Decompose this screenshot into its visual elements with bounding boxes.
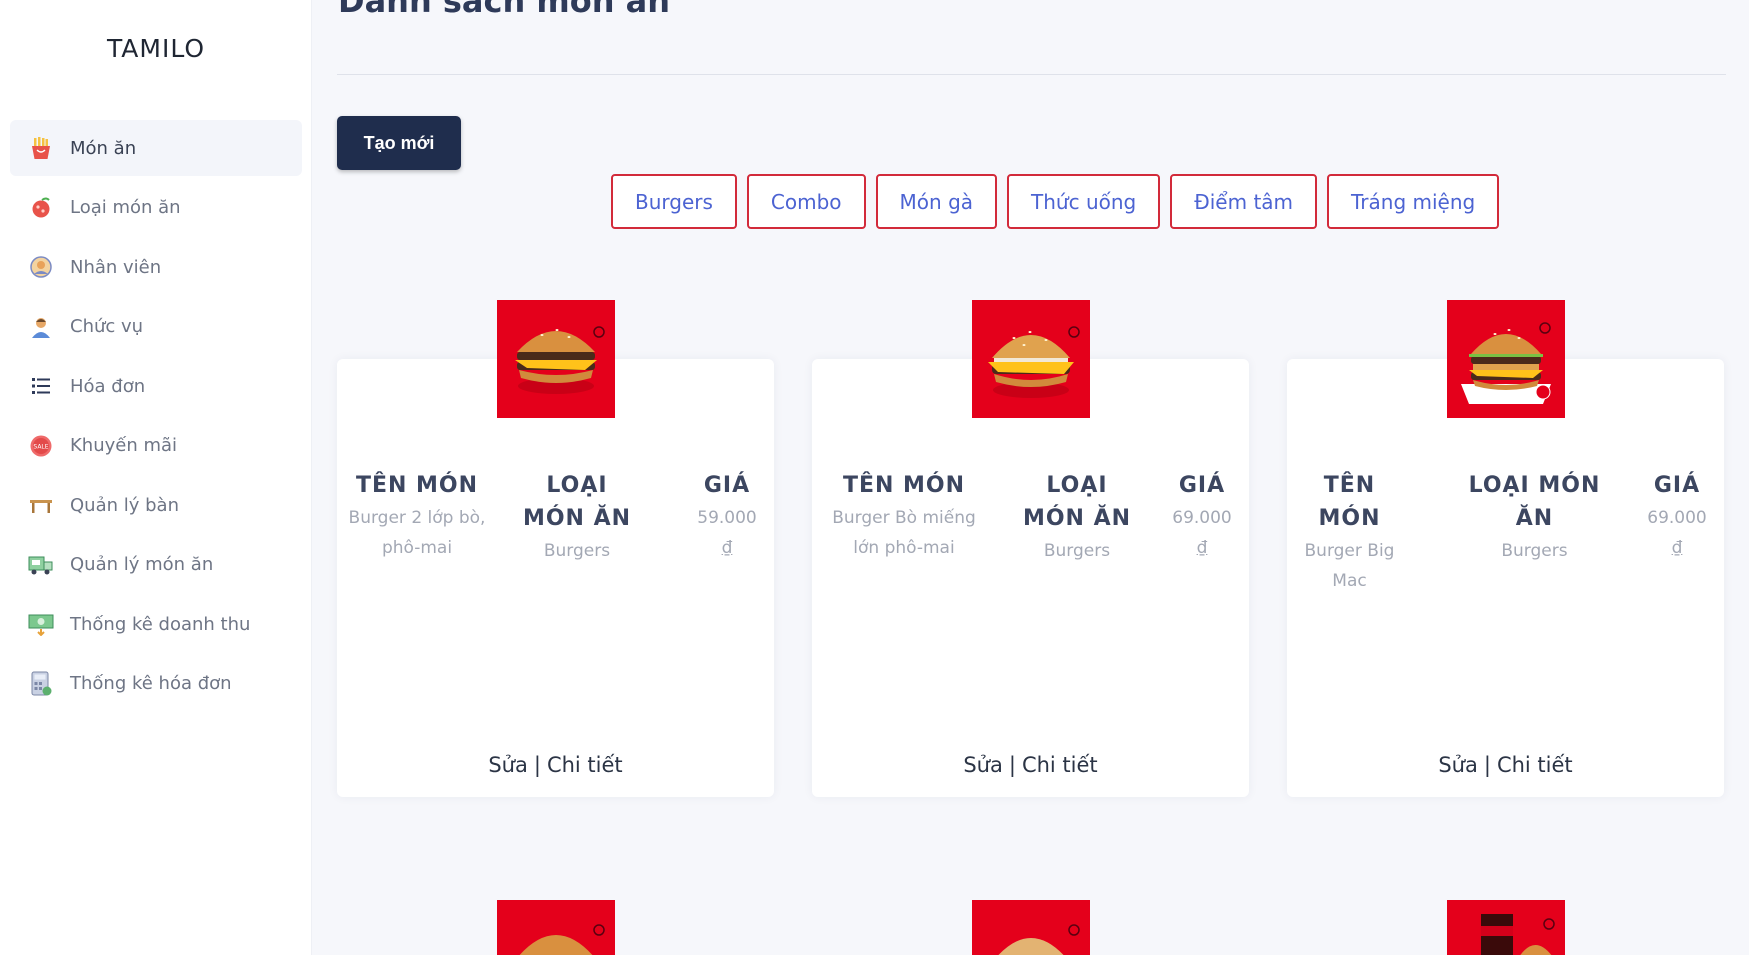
price-column: GIÁ 59.000 ₫ xyxy=(692,469,762,563)
sidebar-item-quan-ly-ban[interactable]: Quản lý bàn xyxy=(10,477,302,533)
sidebar-item-label: Chức vụ xyxy=(70,316,144,337)
sidebar-item-mon-an[interactable]: Món ăn xyxy=(10,120,302,176)
category-column: LOẠI MÓN ĂN Burgers xyxy=(517,469,637,566)
sidebar-item-label: Quản lý bàn xyxy=(70,494,179,516)
food-category-icon xyxy=(28,195,54,221)
staff-icon xyxy=(28,254,54,280)
column-header-name: TÊN MÓN xyxy=(355,473,479,498)
column-header-price: GIÁ xyxy=(703,473,751,498)
title-divider xyxy=(337,74,1726,75)
food-category: Burgers xyxy=(543,541,611,561)
sidebar-item-quan-ly-mon-an[interactable]: Quản lý món ăn xyxy=(10,537,302,593)
burger-image xyxy=(497,900,615,955)
main-content: Danh sách món ăn Tạo mới Burgers Combo M… xyxy=(312,0,1749,955)
sidebar-item-loai-mon-an[interactable]: Loại món ăn xyxy=(10,180,302,236)
price-currency: ₫ xyxy=(721,538,733,558)
price-currency: ₫ xyxy=(1671,538,1683,558)
invoice-calculator-icon xyxy=(28,671,54,697)
price-column: GIÁ 69.000 ₫ xyxy=(1167,469,1237,563)
edit-link[interactable]: Sửa xyxy=(1438,753,1478,777)
fries-icon xyxy=(28,135,54,161)
food-card: TÊN MÓN Burger Bò miếng lớn phô-mai LOẠI… xyxy=(812,359,1249,797)
price-currency: ₫ xyxy=(1196,538,1208,558)
food-category: Burgers xyxy=(1501,541,1568,561)
food-truck-icon xyxy=(28,552,54,578)
page-title: Danh sách món ăn xyxy=(338,0,671,20)
revenue-stats-icon xyxy=(28,611,54,637)
sidebar-nav: Món ăn Loại món ăn Nhân viên Chức vụ Hóa… xyxy=(10,120,302,715)
action-separator: | xyxy=(1483,753,1491,777)
card-actions: Sửa | Chi tiết xyxy=(812,753,1249,777)
filter-burgers-button[interactable]: Burgers xyxy=(611,174,737,229)
name-column: TÊN MÓN Burger 2 lớp bò, phô-mai xyxy=(347,469,487,563)
svg-text:SALE: SALE xyxy=(33,443,48,450)
detail-link[interactable]: Chi tiết xyxy=(1022,753,1098,777)
name-column: TÊN MÓN Burger Bò miếng lớn phô-mai xyxy=(824,469,984,563)
action-separator: | xyxy=(533,753,541,777)
sidebar-item-label: Nhân viên xyxy=(70,256,162,278)
sidebar-item-label: Thống kê doanh thu xyxy=(70,613,251,635)
filter-combo-button[interactable]: Combo xyxy=(746,174,866,229)
position-icon xyxy=(28,314,54,340)
food-card: TÊN MÓN Burger 2 lớp bò, phô-mai LOẠI MÓ… xyxy=(337,359,774,797)
burger-image xyxy=(972,900,1090,955)
category-column: LOẠI MÓN ĂN Burgers xyxy=(1467,469,1602,566)
card-actions: Sửa | Chi tiết xyxy=(337,753,774,777)
sidebar-item-thong-ke-hoa-don[interactable]: Thống kê hóa đơn xyxy=(10,656,302,712)
column-header-price: GIÁ xyxy=(1653,473,1701,498)
sidebar-item-label: Loại món ăn xyxy=(70,197,181,218)
detail-link[interactable]: Chi tiết xyxy=(1497,753,1573,777)
food-card: TÊN MÓN Burger Big Mac LOẠI MÓN ĂN Burge… xyxy=(1287,359,1724,797)
category-column: LOẠI MÓN ĂN Burgers xyxy=(1022,469,1132,566)
price-value: 69.000 xyxy=(1172,508,1232,528)
sidebar-item-label: Món ăn xyxy=(70,137,137,159)
double-cheeseburger-image xyxy=(497,300,615,418)
food-price: 69.000 ₫ xyxy=(1167,503,1237,563)
edit-link[interactable]: Sửa xyxy=(488,753,528,777)
column-header-category: LOẠI MÓN ĂN xyxy=(522,473,632,531)
edit-link[interactable]: Sửa xyxy=(963,753,1003,777)
quarter-pounder-image xyxy=(972,300,1090,418)
food-name: Burger Bò miếng lớn phô-mai xyxy=(832,508,976,558)
sidebar-item-khuyen-mai[interactable]: SALE Khuyến mãi xyxy=(10,418,302,474)
sidebar-item-label: Hóa đơn xyxy=(70,375,146,397)
filter-drinks-button[interactable]: Thức uống xyxy=(1007,174,1161,229)
action-separator: | xyxy=(1008,753,1016,777)
food-category: Burgers xyxy=(1043,541,1111,561)
sidebar-item-label: Quản lý món ăn xyxy=(70,554,214,575)
invoice-list-icon xyxy=(28,373,54,399)
drink-combo-image xyxy=(1447,900,1565,955)
name-column: TÊN MÓN Burger Big Mac xyxy=(1302,469,1397,596)
column-header-name: TÊN MÓN xyxy=(842,473,966,498)
price-value: 59.000 xyxy=(697,508,757,528)
food-name: Burger Big Mac xyxy=(1304,541,1395,591)
column-header-category: LOẠI MÓN ĂN xyxy=(1468,473,1601,531)
filter-chicken-button[interactable]: Món gà xyxy=(875,174,998,229)
sidebar: TAMILO Món ăn Loại món ăn Nhân viên Chức… xyxy=(0,0,312,955)
detail-link[interactable]: Chi tiết xyxy=(547,753,623,777)
column-header-price: GIÁ xyxy=(1178,473,1226,498)
table-icon xyxy=(28,492,54,518)
sidebar-item-hoa-don[interactable]: Hóa đơn xyxy=(10,358,302,414)
column-header-name: TÊN MÓN xyxy=(1318,473,1381,531)
food-price: 69.000 ₫ xyxy=(1642,503,1712,563)
sale-badge-icon: SALE xyxy=(28,433,54,459)
price-column: GIÁ 69.000 ₫ xyxy=(1642,469,1712,563)
big-mac-image xyxy=(1447,300,1565,418)
sidebar-item-label: Thống kê hóa đơn xyxy=(70,673,232,694)
sidebar-item-chuc-vu[interactable]: Chức vụ xyxy=(10,299,302,355)
sidebar-item-label: Khuyến mãi xyxy=(70,435,178,456)
brand-logo[interactable]: TAMILO xyxy=(0,34,312,63)
filter-breakfast-button[interactable]: Điểm tâm xyxy=(1170,174,1318,229)
sidebar-item-thong-ke-doanh-thu[interactable]: Thống kê doanh thu xyxy=(10,596,302,652)
food-name: Burger 2 lớp bò, phô-mai xyxy=(348,508,486,558)
food-price: 59.000 ₫ xyxy=(692,503,762,563)
create-new-button[interactable]: Tạo mới xyxy=(337,116,461,170)
price-value: 69.000 xyxy=(1647,508,1707,528)
filter-dessert-button[interactable]: Tráng miệng xyxy=(1327,174,1500,229)
sidebar-item-nhan-vien[interactable]: Nhân viên xyxy=(10,239,302,295)
card-actions: Sửa | Chi tiết xyxy=(1287,753,1724,777)
category-filter-bar: Burgers Combo Món gà Thức uống Điểm tâm … xyxy=(611,174,1500,229)
column-header-category: LOẠI MÓN ĂN xyxy=(1022,473,1132,531)
